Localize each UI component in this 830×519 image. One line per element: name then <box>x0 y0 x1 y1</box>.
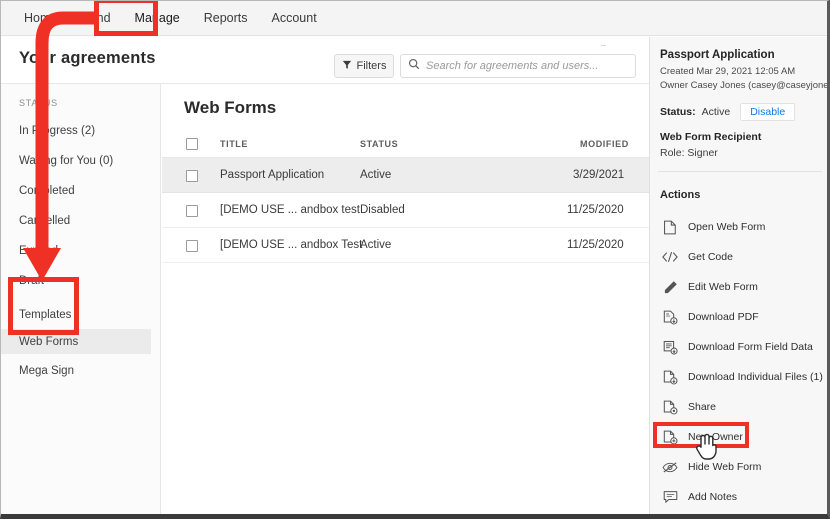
row-modified: 3/29/2021 <box>573 169 625 181</box>
action-label: Hide Web Form <box>688 461 762 473</box>
action-label: Get Code <box>688 251 733 263</box>
details-title: Passport Application <box>660 49 775 61</box>
row-checkbox[interactable] <box>186 205 198 217</box>
search-placeholder: Search for agreements and users... <box>426 60 599 72</box>
action-new-owner[interactable]: New Owner <box>654 424 827 450</box>
sidebar-item-templates[interactable]: Templates <box>1 302 151 327</box>
download-files-icon <box>662 369 678 385</box>
left-sidebar: STATUS In Progress (2) Waiting for You (… <box>1 84 161 514</box>
sidebar-item-waiting-for-you[interactable]: Waiting for You (0) <box>1 148 151 173</box>
sidebar-item-draft[interactable]: Draft <box>1 268 151 293</box>
action-open-web-form[interactable]: Open Web Form <box>654 214 827 240</box>
table-row[interactable]: Passport Application Active 3/29/2021 <box>162 158 649 193</box>
new-owner-icon <box>662 429 678 445</box>
status-value: Active <box>701 106 731 118</box>
divider-tick <box>601 45 606 46</box>
column-header-status[interactable]: STATUS <box>360 139 398 149</box>
action-download-pdf[interactable]: Download PDF <box>654 304 827 330</box>
row-modified: 11/25/2020 <box>567 239 624 251</box>
table-header-row: TITLE STATUS MODIFIED <box>162 132 649 158</box>
action-download-form-field-data[interactable]: Download Form Field Data <box>654 334 827 360</box>
action-label: Open Web Form <box>688 221 766 233</box>
row-status: Active <box>360 169 392 181</box>
page-title: Your agreements <box>19 49 156 67</box>
action-label: Download Individual Files (1) <box>688 371 823 383</box>
row-checkbox[interactable] <box>186 170 198 182</box>
action-add-notes[interactable]: Add Notes <box>654 484 827 510</box>
search-icon <box>408 57 420 75</box>
action-label: New Owner <box>688 431 743 443</box>
table-row[interactable]: [DEMO USE ... andbox Test Active 11/25/2… <box>162 228 649 263</box>
action-download-individual-files[interactable]: Download Individual Files (1) <box>654 364 827 390</box>
funnel-icon <box>342 57 352 75</box>
sidebar-item-in-progress[interactable]: In Progress (2) <box>1 118 151 143</box>
disable-button[interactable]: Disable <box>740 103 796 121</box>
recipient-heading: Web Form Recipient <box>660 131 762 143</box>
action-get-code[interactable]: Get Code <box>654 244 827 270</box>
search-input[interactable]: Search for agreements and users... <box>400 54 636 78</box>
action-label: Download Form Field Data <box>688 341 813 353</box>
nav-tab-reports[interactable]: Reports <box>193 6 259 30</box>
action-label: Download PDF <box>688 311 759 323</box>
action-hide-web-form[interactable]: Hide Web Form <box>654 454 827 480</box>
nav-tab-account[interactable]: Account <box>261 6 328 30</box>
pencil-icon <box>662 279 678 295</box>
row-title: Passport Application <box>220 169 325 181</box>
sidebar-item-web-forms[interactable]: Web Forms <box>1 329 151 354</box>
list-title: Web Forms <box>184 98 277 117</box>
table-row[interactable]: [DEMO USE ... andbox test Disabled 11/25… <box>162 193 649 228</box>
action-label: Edit Web Form <box>688 281 758 293</box>
web-forms-list-panel: Web Forms TITLE STATUS MODIFIED Passport… <box>162 84 649 514</box>
column-header-modified[interactable]: MODIFIED <box>580 139 629 149</box>
download-pdf-icon <box>662 309 678 325</box>
details-panel: Passport Application Created Mar 29, 202… <box>649 37 829 514</box>
sidebar-caption-status: STATUS <box>19 98 58 108</box>
column-header-title[interactable]: TITLE <box>220 139 248 149</box>
sidebar-item-expired[interactable]: Expired <box>1 238 151 263</box>
status-row: Status: Active Disable <box>660 103 796 121</box>
sidebar-item-completed[interactable]: Completed <box>1 178 151 203</box>
document-icon <box>662 219 678 235</box>
action-label: Share <box>688 401 717 413</box>
recipient-role: Role: Signer <box>660 147 718 159</box>
nav-tab-home[interactable]: Home <box>13 6 68 30</box>
filters-button[interactable]: Filters <box>334 54 394 78</box>
nav-tab-manage[interactable]: Manage <box>124 6 191 30</box>
application-window: Home Send Manage Reports Account Your ag… <box>0 0 830 519</box>
panel-divider <box>658 171 822 172</box>
top-navigation-bar: Home Send Manage Reports Account <box>1 1 827 36</box>
actions-heading: Actions <box>660 189 701 201</box>
code-brackets-icon <box>662 249 678 265</box>
row-title: [DEMO USE ... andbox test <box>220 204 360 216</box>
row-checkbox[interactable] <box>186 240 198 252</box>
action-edit-web-form[interactable]: Edit Web Form <box>654 274 827 300</box>
select-all-checkbox[interactable] <box>186 138 198 150</box>
share-document-icon <box>662 399 678 415</box>
filters-label: Filters <box>356 60 387 72</box>
details-created: Created Mar 29, 2021 12:05 AM <box>660 66 796 77</box>
details-owner: Owner Casey Jones (casey@caseyjones.d...… <box>660 80 829 91</box>
row-status: Disabled <box>360 204 405 216</box>
row-title: [DEMO USE ... andbox Test <box>220 239 363 251</box>
status-label: Status: <box>660 106 696 118</box>
download-form-data-icon <box>662 339 678 355</box>
action-share[interactable]: Share <box>654 394 827 420</box>
eye-slash-icon <box>662 459 678 475</box>
sidebar-item-cancelled[interactable]: Cancelled <box>1 208 151 233</box>
row-status: Active <box>360 239 392 251</box>
row-modified: 11/25/2020 <box>567 204 624 216</box>
speech-bubble-icon <box>662 489 678 505</box>
nav-tab-send[interactable]: Send <box>70 6 121 30</box>
action-label: Add Notes <box>688 491 738 503</box>
sidebar-item-mega-sign[interactable]: Mega Sign <box>1 358 151 383</box>
